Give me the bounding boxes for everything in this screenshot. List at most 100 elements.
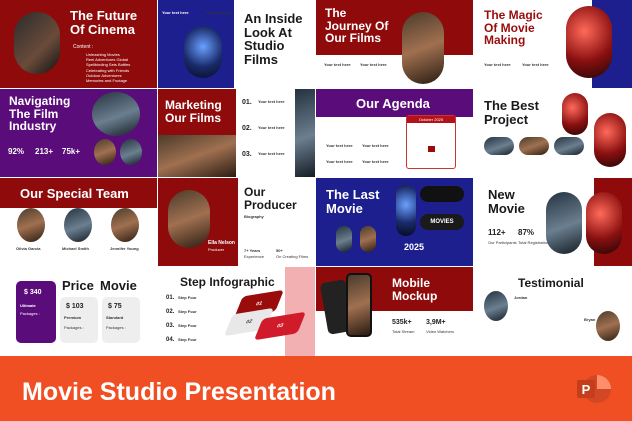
- text-label-b: Your text here: [522, 62, 549, 67]
- price-card-premium: $ 103 Premium Packages :: [60, 297, 98, 343]
- agenda-label-c: Your text here: [326, 159, 353, 164]
- agenda-label-b: Your text here: [362, 143, 389, 148]
- testimonial-avatar-a: [484, 291, 508, 321]
- step-number-1: 01.: [166, 295, 175, 301]
- slide-last-movie[interactable]: The Last Movie MOVIES 2025: [316, 178, 473, 266]
- slide-title: Our Special Team: [20, 186, 129, 201]
- stat-a: 7+ Years: [244, 248, 261, 253]
- price-c: $ 75: [108, 303, 122, 310]
- text-label-a: Your text here: [324, 62, 351, 67]
- step-number-2: 02.: [166, 309, 175, 315]
- slide-inside-look[interactable]: Your text here Your text here An Inside …: [158, 0, 315, 88]
- step-label-1: Step Four: [178, 295, 197, 300]
- studio-photo-small-b: [120, 139, 142, 165]
- avatar-1: [17, 208, 45, 242]
- stat-b: 87%: [518, 228, 535, 237]
- stat-a-label: Our Participants: [488, 240, 517, 245]
- slide-producer[interactable]: Ella Nelson Producer Our Producer Biogra…: [158, 178, 315, 266]
- agenda-label-d: Your text here: [362, 159, 389, 164]
- text-label-b: Your text here: [360, 62, 387, 67]
- stat-b-label: Total Registration: [518, 240, 549, 245]
- slide-best-project[interactable]: The Best Project: [474, 89, 632, 177]
- step-label-4: Step Four: [178, 337, 197, 342]
- price-a: $ 340: [24, 289, 42, 296]
- price-card-ultimate: $ 340 Ultimate Packages :: [16, 281, 56, 343]
- stat-a: 535k+: [392, 319, 412, 326]
- slide-title: Mobile Mockup: [392, 276, 438, 303]
- producer-role: Producer: [208, 247, 225, 252]
- slide-price[interactable]: $ 340 Ultimate Packages : Price Movie $ …: [0, 267, 157, 356]
- project-photo-b: [594, 113, 626, 167]
- content-list: Unleashing Movies Reel Adventures Global…: [86, 52, 130, 83]
- slide-agenda[interactable]: Our Agenda October 2025 Your text here Y…: [316, 89, 473, 177]
- price-c-name: Standard: [106, 315, 124, 320]
- project-photo-a: [562, 93, 588, 135]
- slide-mobile-mockup[interactable]: Mobile Mockup 535k+ Total Stream 3,9M+ V…: [316, 267, 473, 356]
- testimonial-name-b: Bryan: [584, 317, 596, 322]
- price-b-packages: Packages :: [64, 325, 84, 330]
- slide-marketing[interactable]: Marketing Our Films 01. 02. 03. Your tex…: [158, 89, 315, 177]
- crew-photo: [402, 12, 444, 84]
- slide-title: The Last Movie: [326, 187, 380, 216]
- calendar-selected-day: [428, 146, 435, 152]
- list-item: Spellbinding Sets Bottles: [86, 62, 131, 68]
- slide-navigating[interactable]: Navigating The Film Industry 92% 213+ 75…: [0, 89, 157, 177]
- calendar-header: October 2025: [407, 116, 455, 123]
- slide-future-of-cinema[interactable]: The Future Of Cinema Content : Unleashin…: [0, 0, 157, 88]
- svg-text:P: P: [582, 382, 591, 397]
- poster-c: [396, 184, 416, 236]
- year: 2025: [404, 242, 425, 252]
- price-b-name: Premium: [64, 315, 82, 320]
- item-number-2: 02.: [242, 125, 252, 132]
- price-a-name: Ultimate: [20, 303, 36, 308]
- slide-title: An Inside Look At Studio Films: [244, 11, 303, 67]
- step-number-4: 04.: [166, 337, 175, 343]
- avatar-3: [111, 208, 139, 242]
- powerpoint-logo: P: [577, 375, 611, 403]
- camera-photo: [14, 12, 60, 74]
- testimonial-avatar-b: [596, 311, 620, 341]
- poster-b: [360, 226, 376, 252]
- slide-title-price: Price: [62, 278, 94, 293]
- item-label-3: Your text here: [258, 151, 285, 156]
- studio-photo-large: [92, 92, 140, 136]
- slide-testimonial[interactable]: Testimonial Jordan Bryan: [474, 267, 632, 356]
- item-label-1: Your text here: [258, 99, 285, 104]
- member-name-3: Jennifer Young: [110, 246, 139, 251]
- slide-step-infographic[interactable]: Step Infographic 01. 02. 03. 04. Step Fo…: [158, 267, 315, 356]
- content-label: Content :: [73, 44, 94, 50]
- phone-front: [346, 273, 372, 337]
- slide-team[interactable]: Our Special Team Olivia Garcia Michael S…: [0, 178, 157, 266]
- slide-title: Our Producer: [244, 185, 297, 212]
- slide-new-movie[interactable]: New Movie 112+ Our Participants 87% Tota…: [474, 178, 632, 266]
- step-number-3: 03.: [166, 323, 175, 329]
- side-photo: [295, 89, 315, 177]
- step-label-2: Step Four: [178, 309, 197, 314]
- list-item: Memories and Footage: [86, 77, 128, 83]
- list-item: Celebrating with Friends: [86, 67, 130, 73]
- producer-name: Ella Nelson: [208, 240, 235, 246]
- stage-photo: [184, 26, 222, 78]
- slide-title: The Best Project: [484, 98, 539, 127]
- stat-a-label: Experience: [244, 254, 265, 259]
- avatar-2: [64, 208, 92, 242]
- member-name-2: Michael Smith: [62, 246, 89, 251]
- project-photo-e: [554, 137, 584, 155]
- banner-title: Movie Studio Presentation: [22, 378, 336, 406]
- poster-a: [336, 226, 352, 252]
- stat-b-label: On Creating Films: [276, 254, 309, 259]
- slide-journey[interactable]: The Journey Of Our Films Your text here …: [316, 0, 473, 88]
- studio-photo: [566, 6, 612, 78]
- pink-panel: [285, 267, 315, 356]
- item-label-2: Your text here: [258, 125, 285, 130]
- slide-grid: The Future Of Cinema Content : Unleashin…: [0, 0, 632, 356]
- item-number-3: 03.: [242, 151, 252, 158]
- stat-b: 50+: [276, 248, 283, 253]
- stat-a: 92%: [8, 147, 25, 156]
- price-a-packages: Packages :: [20, 311, 40, 316]
- slide-magic[interactable]: The Magic Of Movie Making Your text here…: [474, 0, 632, 88]
- slide-title-movie: Movie: [100, 278, 137, 293]
- stat-b: 213+: [35, 147, 54, 156]
- powerpoint-icon: P: [575, 372, 611, 406]
- studio-photo-small-a: [94, 139, 116, 165]
